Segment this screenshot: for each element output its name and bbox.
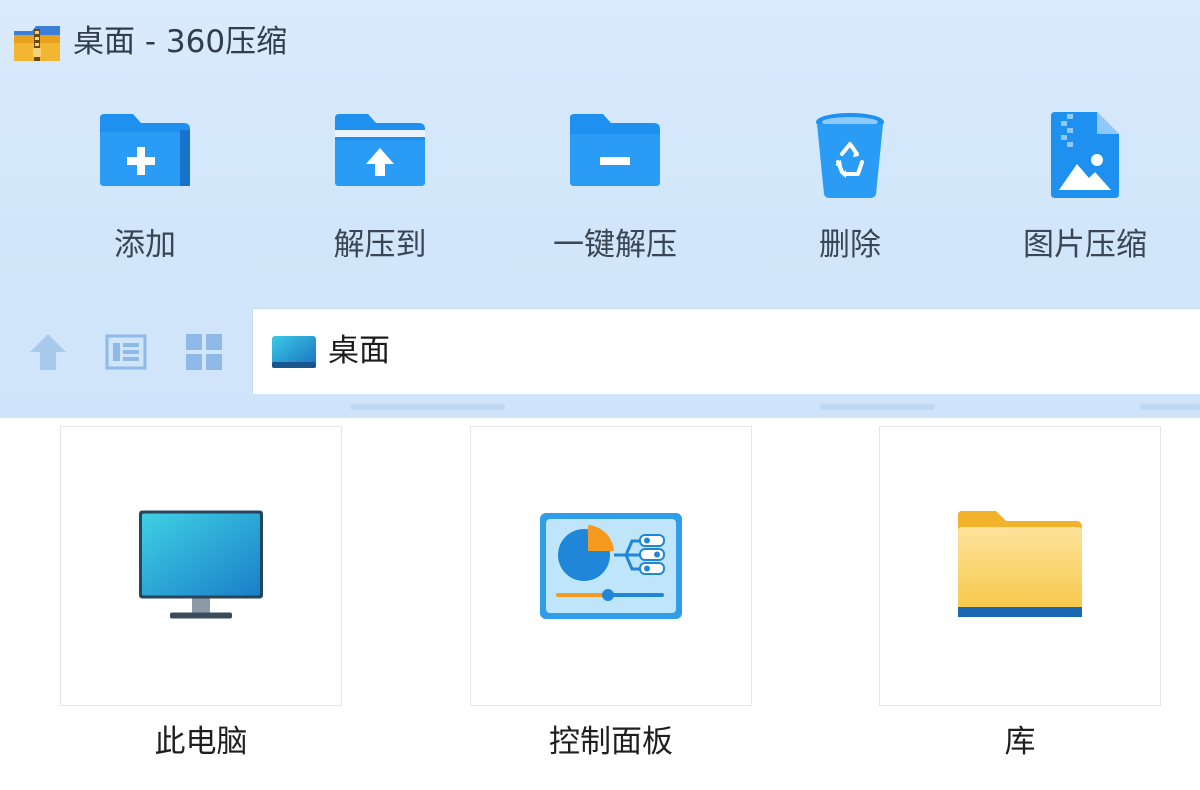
file-item-control-panel[interactable]: 控制面板: [470, 426, 752, 776]
folder-minus-icon: [565, 110, 665, 194]
desktop-icon: [271, 335, 317, 373]
address-path: 桌面: [328, 333, 390, 369]
header-seam: [1140, 404, 1200, 410]
file-item-library[interactable]: 库: [879, 426, 1161, 776]
title-bar: 桌面 - 360压缩: [0, 0, 1200, 86]
header: 桌面 - 360压缩 添加 解压到 一键解压 删除 图片压缩 桌面: [0, 0, 1200, 418]
file-name: 控制面板: [549, 724, 673, 760]
one-click-extract-label: 一键解压: [553, 227, 677, 263]
details-view-button[interactable]: [104, 330, 148, 374]
archive-logo-icon: [14, 23, 62, 67]
file-name: 库: [1004, 724, 1036, 760]
extract-to-label: 解压到: [333, 227, 427, 263]
delete-button[interactable]: 删除: [750, 105, 950, 280]
folder-upload-icon: [330, 110, 430, 194]
file-name: 此电脑: [154, 724, 248, 760]
folder-plus-icon: [95, 110, 195, 194]
window-title: 桌面 - 360压缩: [73, 24, 288, 60]
one-click-extract-button[interactable]: 一键解压: [515, 105, 715, 280]
file-item-this-pc[interactable]: 此电脑: [60, 426, 342, 776]
extract-to-button[interactable]: 解压到: [280, 105, 480, 280]
zip-image-icon: [1045, 110, 1125, 204]
delete-label: 删除: [819, 227, 881, 263]
image-compress-label: 图片压缩: [1023, 227, 1147, 263]
header-seam: [820, 404, 935, 410]
file-thumbnail: [60, 426, 342, 706]
thumbnail-view-button[interactable]: [182, 330, 226, 374]
image-compress-button[interactable]: 图片压缩: [985, 105, 1185, 280]
recycle-bin-icon: [810, 110, 890, 204]
file-thumbnail: [470, 426, 752, 706]
add-button[interactable]: 添加: [45, 105, 245, 280]
up-button[interactable]: [26, 330, 70, 374]
file-thumbnail: [879, 426, 1161, 706]
add-label: 添加: [114, 227, 176, 263]
header-seam: [350, 404, 505, 410]
address-bar[interactable]: 桌面: [252, 308, 1200, 394]
